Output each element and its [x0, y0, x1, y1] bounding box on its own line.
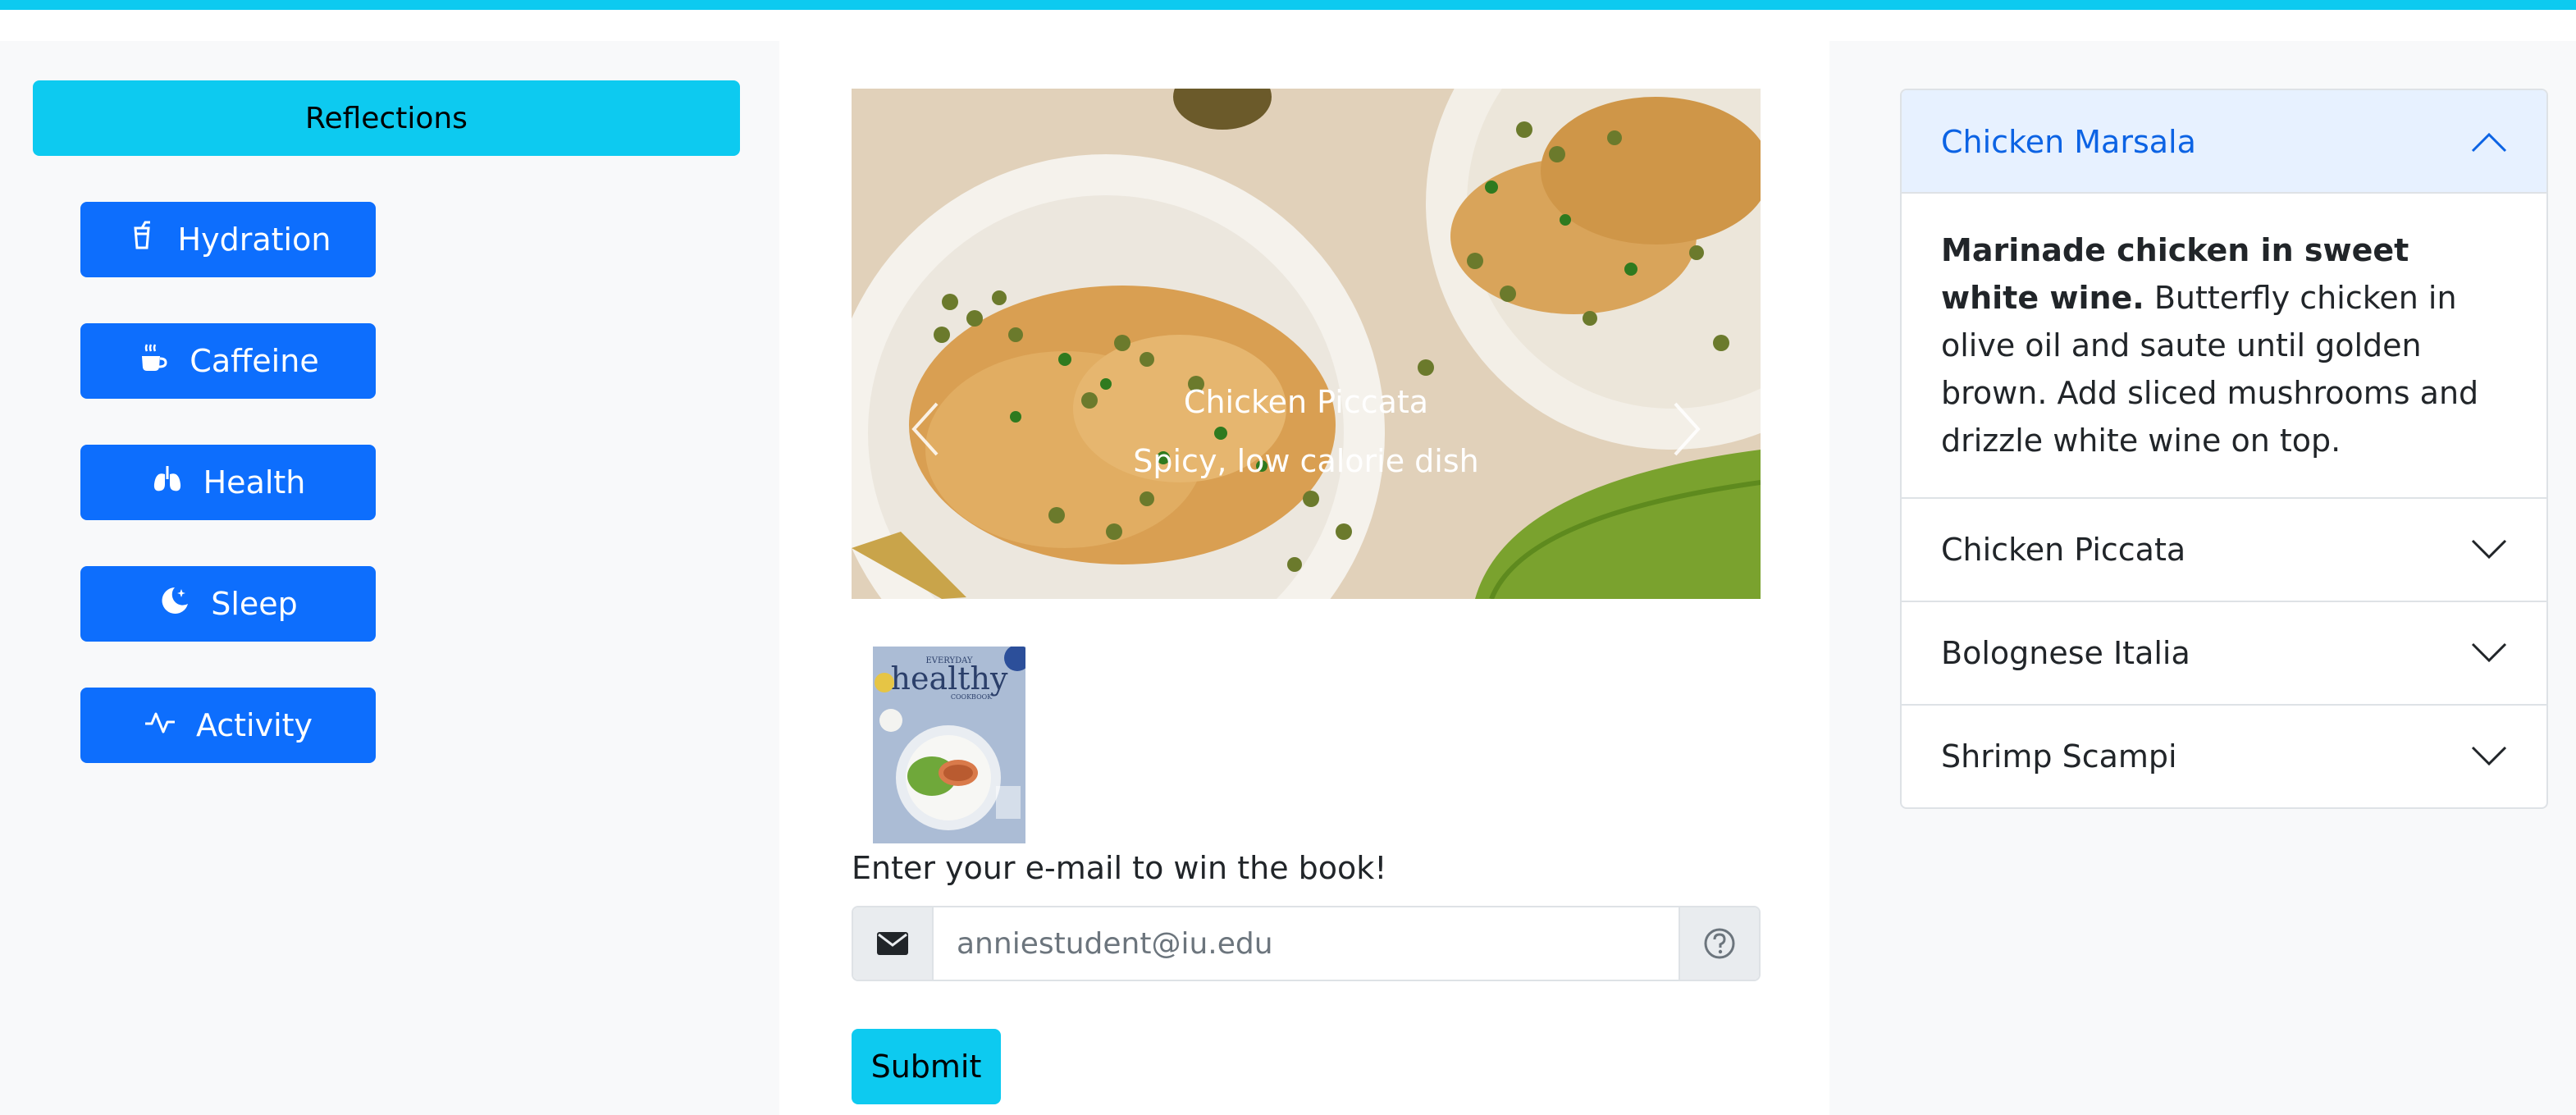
accordion-header-bolognese-italia[interactable]: Bolognese Italia	[1902, 601, 2546, 704]
activity-label: Activity	[195, 707, 313, 743]
caffeine-label: Caffeine	[190, 343, 319, 379]
envelope-icon-addon	[853, 907, 934, 980]
accordion-title: Shrimp Scampi	[1941, 738, 2177, 775]
moon-stars-icon	[158, 584, 191, 624]
accordion-header-chicken-marsala[interactable]: Chicken Marsala	[1902, 90, 2546, 194]
accordion-title: Chicken Piccata	[1941, 532, 2186, 568]
activity-button[interactable]: Activity	[80, 688, 376, 763]
health-label: Health	[203, 464, 306, 500]
email-input-group	[852, 906, 1761, 981]
caption-title: Chicken Piccata	[1183, 384, 1429, 420]
accordion-title: Chicken Marsala	[1941, 124, 2196, 160]
carousel-caption: Chicken Piccata Spicy, low calorie dish	[852, 384, 1761, 479]
caption-text: Spicy, low calorie dish	[1133, 443, 1479, 479]
giveaway-prompt: Enter your e-mail to win the book!	[852, 850, 1387, 886]
sleep-label: Sleep	[211, 586, 298, 622]
accordion-header-chicken-piccata[interactable]: Chicken Piccata	[1902, 497, 2546, 601]
cup-icon	[126, 220, 158, 260]
submit-button[interactable]: Submit	[852, 1029, 1001, 1104]
chevron-down-icon	[2471, 539, 2507, 560]
hydration-label: Hydration	[177, 222, 331, 258]
hydration-button[interactable]: Hydration	[80, 202, 376, 277]
accordion-body-chicken-marsala: Marinade chicken in sweet white wine. Bu…	[1902, 194, 2546, 497]
email-field[interactable]	[934, 907, 1679, 980]
accordion-header-shrimp-scampi[interactable]: Shrimp Scampi	[1902, 704, 2546, 807]
cookbook-cover-image: EVERYDAY healthy COOKBOOK	[873, 647, 1025, 843]
accordion-title: Bolognese Italia	[1941, 635, 2190, 671]
sleep-button[interactable]: Sleep	[80, 566, 376, 642]
top-banner-strip	[0, 0, 2576, 10]
recipe-accordion: Chicken Marsala Marinade chicken in swee…	[1900, 89, 2548, 809]
caffeine-button[interactable]: Caffeine	[80, 323, 376, 399]
envelope-icon	[877, 932, 908, 955]
chevron-up-icon	[2471, 132, 2507, 153]
carousel-food-image	[852, 89, 1761, 599]
reflections-button[interactable]: Reflections	[33, 80, 740, 156]
health-button[interactable]: Health	[80, 445, 376, 520]
hot-cup-icon	[137, 341, 170, 382]
help-addon[interactable]	[1679, 907, 1759, 980]
activity-icon	[144, 706, 176, 746]
book-title-bottom: COOKBOOK	[951, 693, 993, 701]
question-circle-icon	[1704, 928, 1735, 959]
book-title: healthy	[891, 660, 1009, 697]
lungs-icon	[151, 463, 184, 503]
recipe-carousel[interactable]: Chicken Piccata Spicy, low calorie dish	[852, 89, 1761, 599]
chevron-down-icon	[2471, 642, 2507, 663]
chevron-down-icon	[2471, 746, 2507, 766]
